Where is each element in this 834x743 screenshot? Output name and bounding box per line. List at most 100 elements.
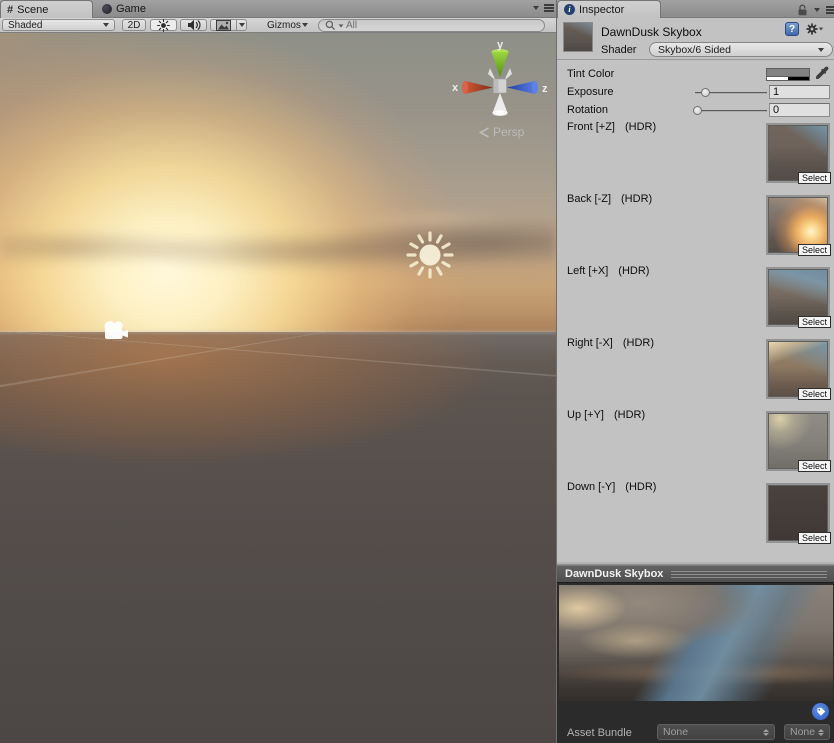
hdr-tag: (HDR): [618, 265, 649, 277]
shader-label: Shader: [601, 44, 636, 56]
tag-icon: [816, 707, 826, 717]
scene-toolbar: Shaded 2D: [0, 18, 556, 33]
chevron-down-icon: [239, 23, 245, 27]
rotation-slider-knob[interactable]: [693, 106, 702, 115]
tab-scene[interactable]: # Scene: [0, 0, 93, 18]
toggle-2d-label: 2D: [128, 20, 141, 31]
rotation-field[interactable]: 0: [769, 103, 830, 117]
exposure-slider-knob[interactable]: [701, 88, 710, 97]
scene-grid-icon: #: [7, 4, 13, 16]
asset-variant-value: None: [790, 726, 815, 738]
tint-alpha-bar: [767, 76, 809, 80]
sun-icon: [157, 19, 170, 32]
axis-x-cone[interactable]: [465, 81, 493, 94]
tab-inspector[interactable]: i Inspector: [557, 0, 661, 18]
shader-dropdown[interactable]: Skybox/6 Sided: [649, 42, 833, 57]
tab-game[interactable]: Game: [96, 0, 156, 18]
ground-plane: [0, 332, 556, 743]
select-button[interactable]: Select: [798, 388, 831, 400]
help-icon[interactable]: ?: [785, 22, 799, 36]
search-icon: [325, 20, 336, 31]
scene-effects-button[interactable]: [210, 19, 237, 31]
rotation-slider[interactable]: [695, 110, 767, 112]
preview-drag-handle-icon[interactable]: [671, 571, 827, 578]
axis-x-label: x: [452, 82, 459, 94]
texture-label: Up [+Y]: [567, 409, 604, 421]
preview-body: Asset Bundle None None: [557, 582, 834, 743]
scene-tabbar: # Scene Game: [0, 0, 556, 18]
shading-mode-label: Shaded: [8, 20, 42, 31]
effects-dropdown-button[interactable]: [236, 19, 247, 31]
axis-down-cone[interactable]: [493, 93, 508, 113]
hdr-tag: (HDR): [621, 193, 652, 205]
updown-icon: [763, 729, 769, 736]
dropdown-caret-icon[interactable]: [533, 6, 539, 10]
scene-pane: # Scene Game Shaded 2D: [0, 0, 556, 743]
updown-icon: [818, 729, 824, 736]
asset-bundle-row: Asset Bundle None None: [557, 724, 834, 743]
tab-inspector-label: Inspector: [579, 4, 624, 16]
scene-viewport[interactable]: y x z Persp: [0, 33, 556, 743]
axis-y-cone[interactable]: [492, 52, 509, 77]
chevron-left-icon: [478, 127, 490, 138]
select-button[interactable]: Select: [798, 316, 831, 328]
hdr-tag: (HDR): [625, 481, 656, 493]
directional-light-gizmo[interactable]: [403, 228, 457, 282]
toggle-2d-button[interactable]: 2D: [122, 19, 146, 31]
eyedropper-icon[interactable]: [815, 66, 829, 80]
dropdown-caret-icon[interactable]: [814, 8, 820, 12]
axis-z-cone[interactable]: [532, 81, 538, 94]
shading-mode-dropdown[interactable]: Shaded: [2, 19, 115, 31]
asset-labels-button[interactable]: [812, 703, 829, 720]
panel-menu-icon[interactable]: [544, 4, 554, 12]
texture-slot-up: Up [+Y] (HDR) Select: [557, 409, 834, 473]
select-button[interactable]: Select: [798, 460, 831, 472]
gizmos-label: Gizmos: [267, 20, 301, 31]
asset-bundle-dropdown[interactable]: None: [657, 724, 775, 740]
select-button[interactable]: Select: [798, 532, 831, 544]
camera-gizmo[interactable]: [100, 317, 132, 349]
exposure-label: Exposure: [567, 86, 613, 98]
projection-mode-button[interactable]: Persp: [478, 125, 524, 139]
asset-variant-dropdown[interactable]: None: [784, 724, 830, 740]
hdr-tag: (HDR): [614, 409, 645, 421]
scene-grid: [0, 332, 556, 743]
texture-slot-front: Front [+Z](HDR) Select: [557, 121, 834, 185]
tint-color-swatch[interactable]: [766, 68, 810, 81]
gizmos-dropdown[interactable]: Gizmos: [262, 19, 313, 31]
search-filter-value: All: [346, 20, 357, 31]
axis-z-label: z: [542, 83, 548, 95]
lock-icon[interactable]: [797, 4, 808, 16]
gear-icon[interactable]: [806, 22, 824, 36]
texture-label: Down [-Y]: [567, 481, 615, 493]
axis-down-cone[interactable]: [493, 110, 508, 116]
chevron-down-icon: [818, 48, 824, 52]
material-header: DawnDusk Skybox ?: [557, 18, 834, 60]
tint-color-label: Tint Color: [567, 68, 614, 80]
texture-label: Front [+Z]: [567, 121, 615, 133]
exposure-slider[interactable]: [695, 92, 767, 94]
preview-title: DawnDusk Skybox: [565, 568, 663, 580]
chevron-down-icon: [103, 23, 109, 27]
preview-titlebar[interactable]: DawnDusk Skybox: [557, 565, 834, 582]
texture-slot-back: Back [-Z](HDR) Select: [557, 193, 834, 257]
chevron-down-icon: [302, 23, 308, 27]
info-icon: i: [564, 4, 575, 15]
material-thumbnail[interactable]: [563, 22, 593, 52]
axis-orientation-gizmo[interactable]: y x z: [450, 40, 550, 130]
game-icon: [102, 4, 112, 14]
material-title: DawnDusk Skybox: [601, 25, 702, 39]
scene-search-field[interactable]: All: [318, 19, 545, 32]
select-button[interactable]: Select: [798, 244, 831, 256]
image-icon: [216, 20, 231, 31]
exposure-field[interactable]: 1: [769, 85, 830, 99]
axis-y-label: y: [497, 40, 504, 51]
scene-audio-button[interactable]: [180, 19, 207, 31]
texture-slot-down: Down [-Y] (HDR) Select: [557, 481, 834, 545]
axis-z-cone[interactable]: [507, 81, 535, 94]
panel-menu-icon[interactable]: [826, 6, 834, 14]
select-button[interactable]: Select: [798, 172, 831, 184]
asset-bundle-label: Asset Bundle: [567, 727, 632, 739]
scene-lighting-button[interactable]: [150, 19, 177, 31]
axis-x-cone[interactable]: [462, 81, 468, 94]
